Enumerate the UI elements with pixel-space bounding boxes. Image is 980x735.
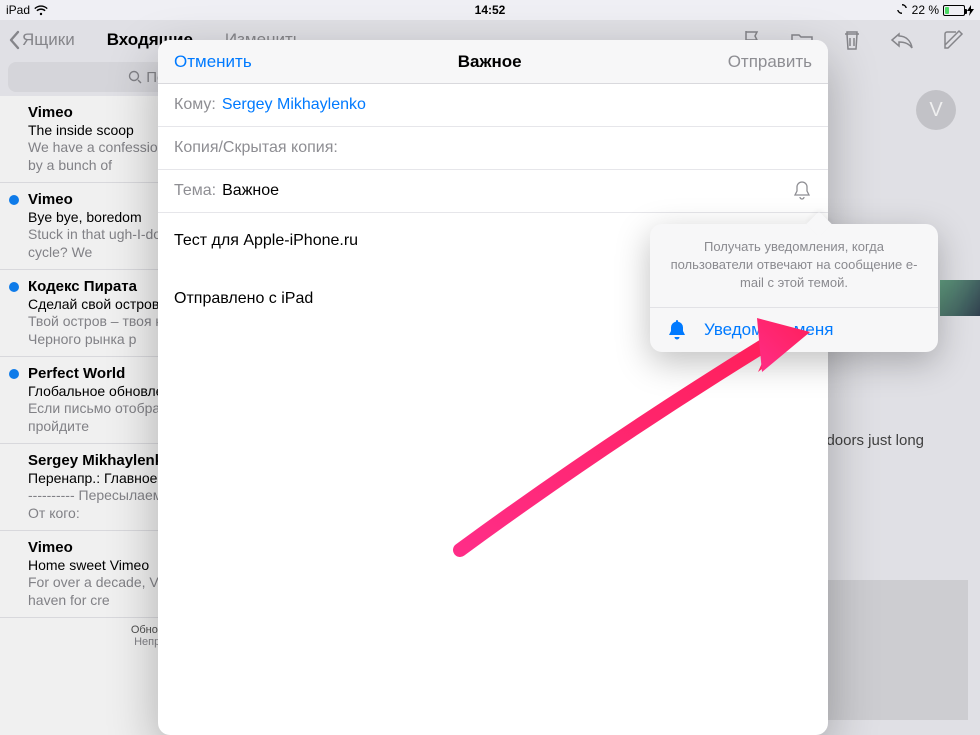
bell-icon[interactable] [792, 180, 812, 202]
cc-label: Копия/Скрытая копия: [174, 139, 338, 157]
compose-title: Важное [458, 52, 522, 72]
to-row[interactable]: Кому: Sergey Mikhaylenko [158, 84, 828, 127]
notify-me-button[interactable]: Уведомить меня [650, 308, 938, 352]
to-recipient[interactable]: Sergey Mikhaylenko [222, 96, 366, 114]
bell-filled-icon [668, 320, 686, 340]
notify-popover: Получать уведомления, когда пользователи… [650, 224, 938, 352]
cancel-button[interactable]: Отменить [174, 52, 252, 72]
compose-sheet: Отменить Важное Отправить Кому: Sergey M… [158, 40, 828, 735]
send-button[interactable]: Отправить [728, 52, 812, 72]
notify-me-label: Уведомить меня [704, 320, 833, 340]
subject-value[interactable]: Важное [222, 182, 279, 200]
compose-header: Отменить Важное Отправить [158, 40, 828, 84]
popover-description: Получать уведомления, когда пользователи… [650, 224, 938, 308]
subject-row[interactable]: Тема: Важное [158, 170, 828, 213]
subject-label: Тема: [174, 182, 216, 200]
cc-row[interactable]: Копия/Скрытая копия: [158, 127, 828, 170]
to-label: Кому: [174, 96, 216, 114]
